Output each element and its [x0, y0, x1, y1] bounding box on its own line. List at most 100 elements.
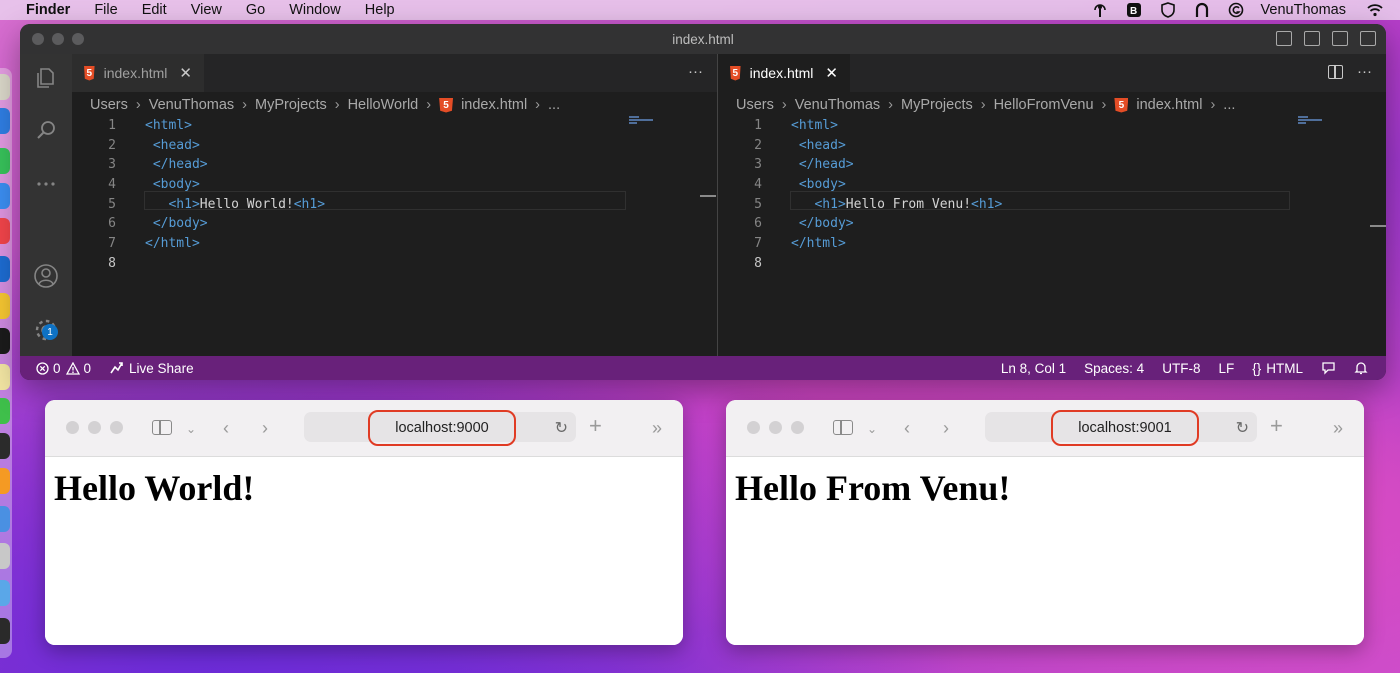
- reload-icon[interactable]: ↻: [555, 418, 568, 438]
- code-line[interactable]: 7 </html>: [72, 234, 717, 254]
- grammarly-icon[interactable]: [1227, 2, 1245, 18]
- breadcrumb-item[interactable]: HelloWorld: [348, 97, 419, 113]
- show-all-tabs-icon[interactable]: »: [652, 419, 662, 437]
- minimize-window-button[interactable]: [52, 33, 64, 45]
- code-editor[interactable]: 1 <html> 2 <head> 3 </head> 4 <body> 5 <h1>He…: [718, 116, 1386, 274]
- split-editor-icon[interactable]: [1328, 64, 1343, 79]
- toggle-sidebar-icon[interactable]: [1276, 31, 1292, 46]
- breadcrumb-item[interactable]: ...: [548, 97, 560, 113]
- toggle-panel-icon[interactable]: [1304, 31, 1320, 46]
- tab-index-html[interactable]: 5 index.html ✕: [718, 54, 850, 92]
- dock-app-icon[interactable]: [0, 468, 10, 494]
- dock-app-icon[interactable]: [0, 183, 10, 209]
- more-views-icon[interactable]: [32, 170, 60, 198]
- cursor-position[interactable]: Ln 8, Col 1: [1001, 361, 1066, 376]
- code-line[interactable]: 2 <head>: [718, 136, 1386, 156]
- show-all-tabs-icon[interactable]: »: [1333, 419, 1343, 437]
- minimize-window-button[interactable]: [769, 421, 782, 434]
- new-tab-plus-icon[interactable]: +: [1270, 415, 1283, 437]
- dock-app-icon[interactable]: [0, 398, 10, 424]
- code-editor[interactable]: 1 <html> 2 <head> 3 </head> 4 <body> 5 <h1>He…: [72, 116, 717, 274]
- dock-app-icon[interactable]: [0, 74, 10, 100]
- dock-app-icon[interactable]: [0, 506, 10, 532]
- indentation[interactable]: Spaces: 4: [1084, 361, 1144, 376]
- problems-indicator[interactable]: 0 0: [36, 361, 91, 376]
- breadcrumb-item[interactable]: ...: [1223, 97, 1235, 113]
- more-actions-icon[interactable]: ···: [688, 63, 703, 80]
- code-line[interactable]: 5 <h1>Hello World!<h1>: [72, 195, 717, 215]
- address-bar[interactable]: localhost:9001 ↻: [985, 410, 1257, 446]
- more-actions-icon[interactable]: ···: [1357, 63, 1372, 80]
- dock-app-icon[interactable]: [0, 580, 10, 606]
- code-line[interactable]: 2 <head>: [72, 136, 717, 156]
- dock-app-icon[interactable]: [0, 148, 10, 174]
- search-icon[interactable]: [32, 116, 60, 144]
- reload-icon[interactable]: ↻: [1236, 418, 1249, 438]
- breadcrumb-item[interactable]: VenuThomas: [149, 97, 234, 113]
- language-mode[interactable]: {} HTML: [1252, 361, 1303, 376]
- forward-arrow-icon[interactable]: ›: [943, 419, 949, 437]
- account-icon[interactable]: [32, 262, 60, 290]
- back-arrow-icon[interactable]: ‹: [223, 419, 229, 437]
- menu-edit[interactable]: Edit: [142, 2, 167, 18]
- zoom-window-button[interactable]: [72, 33, 84, 45]
- sidebar-toggle-icon[interactable]: [833, 420, 853, 435]
- shield-icon[interactable]: [1159, 2, 1177, 18]
- back-arrow-icon[interactable]: ‹: [904, 419, 910, 437]
- close-window-button[interactable]: [32, 33, 44, 45]
- new-tab-plus-icon[interactable]: +: [589, 415, 602, 437]
- dock-app-icon[interactable]: [0, 218, 10, 244]
- code-line[interactable]: 3 </head>: [72, 155, 717, 175]
- explorer-icon[interactable]: [32, 64, 60, 92]
- menu-view[interactable]: View: [191, 2, 222, 18]
- code-line[interactable]: 5 <h1>Hello From Venu!<h1>: [718, 195, 1386, 215]
- tab-index-html[interactable]: 5 index.html ✕: [72, 54, 204, 92]
- dock-app-icon[interactable]: [0, 293, 10, 319]
- wifi-icon[interactable]: [1366, 2, 1384, 18]
- close-window-button[interactable]: [747, 421, 760, 434]
- airdrop-icon[interactable]: [1091, 2, 1109, 18]
- code-line[interactable]: 4 <body>: [72, 175, 717, 195]
- customize-layout-icon[interactable]: [1360, 31, 1376, 46]
- menu-file[interactable]: File: [94, 2, 117, 18]
- zoom-window-button[interactable]: [110, 421, 123, 434]
- feedback-icon[interactable]: [1321, 361, 1336, 375]
- code-line[interactable]: 4 <body>: [718, 175, 1386, 195]
- dock-app-icon[interactable]: [0, 618, 10, 644]
- dock-app-icon[interactable]: [0, 364, 10, 390]
- code-line[interactable]: 1 <html>: [72, 116, 717, 136]
- breadcrumb-item[interactable]: VenuThomas: [795, 97, 880, 113]
- breadcrumb-item[interactable]: Users: [90, 97, 128, 113]
- menu-window[interactable]: Window: [289, 2, 341, 18]
- code-line[interactable]: 8: [72, 254, 717, 274]
- menu-user-name[interactable]: VenuThomas: [1261, 2, 1346, 18]
- code-line[interactable]: 6 </body>: [718, 214, 1386, 234]
- breadcrumb-item[interactable]: index.html: [1136, 97, 1202, 113]
- dock-app-icon[interactable]: [0, 433, 10, 459]
- close-window-button[interactable]: [66, 421, 79, 434]
- breadcrumb-item[interactable]: MyProjects: [255, 97, 327, 113]
- arch-icon[interactable]: [1193, 2, 1211, 18]
- url-text[interactable]: localhost:9001: [1051, 410, 1199, 446]
- menu-app-finder[interactable]: Finder: [26, 2, 70, 18]
- encoding[interactable]: UTF-8: [1162, 361, 1200, 376]
- breadcrumb-item[interactable]: index.html: [461, 97, 527, 113]
- bitwarden-icon[interactable]: B: [1125, 2, 1143, 18]
- dock-app-icon[interactable]: [0, 256, 10, 282]
- sidebar-toggle-icon[interactable]: [152, 420, 172, 435]
- end-of-line[interactable]: LF: [1218, 361, 1234, 376]
- chevron-down-icon[interactable]: ⌄: [186, 420, 196, 438]
- chevron-down-icon[interactable]: ⌄: [867, 420, 877, 438]
- code-line[interactable]: 8: [718, 254, 1386, 274]
- url-text[interactable]: localhost:9000: [368, 410, 516, 446]
- minimize-window-button[interactable]: [88, 421, 101, 434]
- code-line[interactable]: 7 </html>: [718, 234, 1386, 254]
- menu-go[interactable]: Go: [246, 2, 265, 18]
- menu-help[interactable]: Help: [365, 2, 395, 18]
- dock-app-icon[interactable]: [0, 328, 10, 354]
- breadcrumb-item[interactable]: Users: [736, 97, 774, 113]
- live-share-button[interactable]: Live Share: [109, 361, 194, 376]
- breadcrumb-item[interactable]: MyProjects: [901, 97, 973, 113]
- address-bar[interactable]: localhost:9000 ↻: [304, 410, 576, 446]
- forward-arrow-icon[interactable]: ›: [262, 419, 268, 437]
